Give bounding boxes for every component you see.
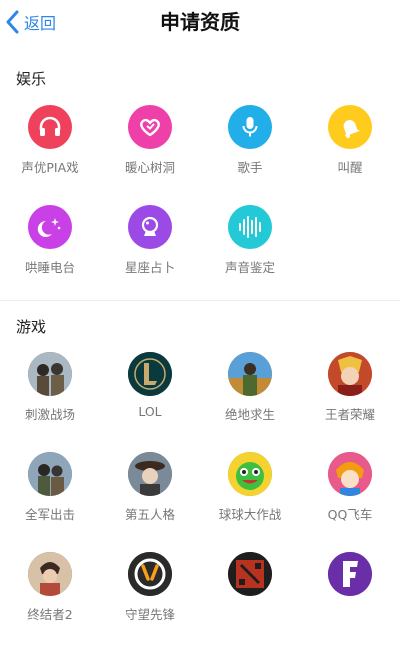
soldiers-game-icon [28, 452, 72, 496]
soldiers-game-icon [28, 352, 72, 396]
moon-stars-icon [28, 205, 72, 249]
qq-speed-icon [328, 452, 372, 496]
item-label: 守望先锋 [124, 607, 175, 622]
item-label: 刺激战场 [24, 407, 75, 422]
item-label: 暖心树洞 [124, 160, 175, 175]
overwatch-logo-icon [128, 552, 172, 596]
item-label: 球球大作战 [218, 507, 282, 522]
lol-logo-icon [128, 352, 172, 396]
pubg-game-icon [228, 352, 272, 396]
qualification-item[interactable]: 绝地求生 [200, 352, 300, 423]
item-label: 歌手 [237, 160, 263, 175]
ball-battle-icon [228, 452, 272, 496]
section-title-entertainment: 娱乐 [16, 70, 47, 88]
qualification-item[interactable]: 声优PIA戏 [0, 105, 100, 176]
section-divider [0, 300, 400, 301]
item-label: 哄睡电台 [24, 260, 75, 275]
qualification-item[interactable]: 哄睡电台 [0, 205, 100, 276]
qualification-item[interactable]: 王者荣耀 [300, 352, 400, 423]
qualification-item[interactable] [300, 552, 400, 604]
item-label: 第五人格 [124, 507, 175, 522]
qualification-item[interactable]: 全军出击 [0, 452, 100, 523]
top-nav-bar: 返回 申请资质 [0, 0, 400, 46]
headphones-icon [28, 105, 72, 149]
item-label: 绝地求生 [224, 407, 275, 422]
qualification-item[interactable]: 声音鉴定 [200, 205, 300, 276]
honor-of-kings-icon [328, 352, 372, 396]
item-label: 声音鉴定 [224, 260, 275, 275]
heart-icon [128, 105, 172, 149]
bell-icon [328, 105, 372, 149]
qualification-item[interactable]: 守望先锋 [100, 552, 200, 623]
qualification-item[interactable]: 歌手 [200, 105, 300, 176]
page-title: 申请资质 [160, 10, 240, 34]
item-label: QQ飞车 [327, 507, 373, 522]
qualification-item[interactable]: 终结者2 [0, 552, 100, 623]
item-label: 终结者2 [27, 607, 73, 622]
item-label: LOL [138, 404, 162, 419]
soundwave-icon [228, 205, 272, 249]
qualification-item[interactable]: 星座占卜 [100, 205, 200, 276]
qualification-item[interactable]: 暖心树洞 [100, 105, 200, 176]
qualification-item[interactable]: 刺激战场 [0, 352, 100, 423]
microphone-icon [228, 105, 272, 149]
qualification-item[interactable]: QQ飞车 [300, 452, 400, 523]
soldier-game-icon [28, 552, 72, 596]
item-label: 星座占卜 [124, 260, 175, 275]
item-label: 全军出击 [24, 507, 75, 522]
fortnite-logo-icon [328, 552, 372, 596]
item-label: 声优PIA戏 [21, 160, 79, 175]
identity-v-icon [128, 452, 172, 496]
item-label: 王者荣耀 [324, 407, 375, 422]
qualification-item[interactable]: 第五人格 [100, 452, 200, 523]
dota-logo-icon [228, 552, 272, 596]
section-title-games: 游戏 [16, 318, 47, 336]
crystal-ball-icon [128, 205, 172, 249]
qualification-item[interactable]: 叫醒 [300, 105, 400, 176]
qualification-item[interactable] [200, 552, 300, 604]
item-label: 叫醒 [337, 160, 363, 175]
qualification-item[interactable]: 球球大作战 [200, 452, 300, 523]
qualification-item[interactable]: LOL [100, 352, 200, 419]
